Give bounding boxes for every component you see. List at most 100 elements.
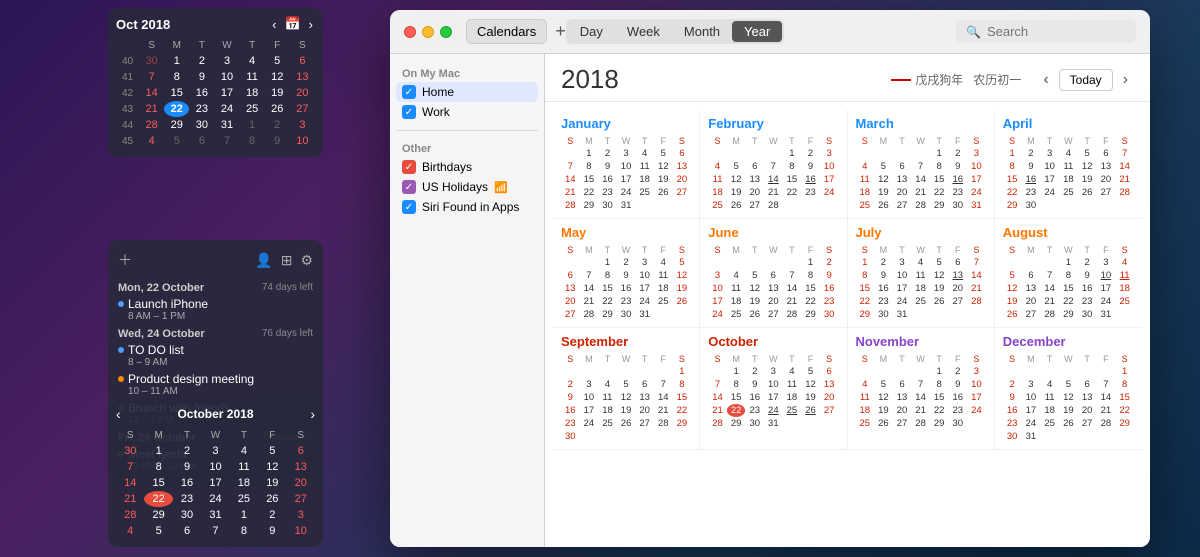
month-day[interactable]: 14 (783, 282, 802, 295)
month-day[interactable]: 14 (580, 282, 599, 295)
month-day[interactable]: 2 (1003, 378, 1022, 391)
month-day[interactable]: 4 (911, 256, 930, 269)
mini-cal-day[interactable]: 13 (290, 69, 315, 85)
month-day[interactable]: 6 (1022, 269, 1041, 282)
month-day[interactable]: 14 (1115, 160, 1134, 173)
month-day[interactable]: 24 (580, 417, 599, 430)
month-day[interactable]: 15 (801, 282, 820, 295)
month-day[interactable]: 15 (1003, 173, 1022, 186)
month-day[interactable]: 7 (580, 269, 599, 282)
month-day[interactable]: 5 (801, 365, 820, 378)
month-day[interactable]: 18 (598, 404, 617, 417)
mini-cal-day[interactable]: 31 (214, 117, 239, 133)
mini-cal-nav[interactable]: ‹ 📅 › (270, 16, 315, 32)
bottom-cal-day[interactable]: 12 (258, 459, 286, 475)
mini-cal-day[interactable]: 28 (139, 117, 164, 133)
month-day[interactable]: 11 (911, 269, 930, 282)
bottom-cal-day[interactable]: 23 (173, 491, 201, 507)
sidebar-item-birthdays[interactable]: ✓ Birthdays (396, 157, 538, 177)
year-prev[interactable]: ‹ (1037, 69, 1054, 91)
month-day[interactable]: 25 (856, 199, 875, 212)
month-day[interactable]: 15 (783, 173, 802, 186)
month-day[interactable]: 18 (635, 173, 654, 186)
month-day[interactable]: 12 (654, 160, 673, 173)
month-day[interactable]: 4 (708, 160, 727, 173)
month-day[interactable]: 10 (1097, 269, 1116, 282)
month-day[interactable]: 5 (1059, 378, 1078, 391)
month-day[interactable]: 29 (1115, 417, 1134, 430)
month-day[interactable]: 9 (874, 269, 893, 282)
month-day[interactable]: 17 (893, 282, 912, 295)
bottom-cal-day[interactable]: 21 (116, 491, 144, 507)
month-day[interactable]: 27 (635, 417, 654, 430)
month-day[interactable]: 26 (654, 186, 673, 199)
mini-cal-day[interactable]: 2 (189, 53, 214, 69)
month-day[interactable]: 24 (708, 308, 727, 321)
month-day[interactable]: 5 (874, 378, 893, 391)
month-day[interactable]: 5 (874, 160, 893, 173)
bottom-cal-day[interactable]: 30 (116, 443, 144, 459)
month-day[interactable]: 10 (764, 378, 783, 391)
month-day[interactable]: 16 (561, 404, 580, 417)
month-day[interactable]: 14 (911, 391, 930, 404)
month-day[interactable]: 28 (580, 308, 599, 321)
month-day[interactable]: 6 (893, 160, 912, 173)
month-day[interactable]: 13 (764, 282, 783, 295)
mini-cal-day[interactable]: 3 (290, 117, 315, 133)
month-day[interactable]: 16 (617, 282, 636, 295)
month-day[interactable]: 25 (708, 199, 727, 212)
month-day[interactable]: 8 (1003, 160, 1022, 173)
month-day[interactable]: 2 (617, 256, 636, 269)
month-day[interactable]: 25 (727, 308, 746, 321)
month-day[interactable]: 29 (1059, 308, 1078, 321)
month-day[interactable]: 8 (1059, 269, 1078, 282)
bottom-cal-next[interactable]: › (310, 406, 315, 422)
month-name-april[interactable]: April (1003, 116, 1134, 131)
month-day[interactable]: 23 (561, 417, 580, 430)
month-day[interactable]: 12 (673, 269, 692, 282)
month-day[interactable]: 3 (635, 256, 654, 269)
month-day[interactable]: 29 (673, 417, 692, 430)
month-day[interactable]: 27 (673, 186, 692, 199)
month-day[interactable]: 22 (801, 295, 820, 308)
month-day[interactable]: 9 (801, 160, 820, 173)
month-day[interactable]: 15 (580, 173, 599, 186)
month-day[interactable]: 30 (745, 417, 764, 430)
month-day[interactable]: 19 (1059, 404, 1078, 417)
month-day[interactable]: 20 (893, 186, 912, 199)
month-day[interactable]: 11 (727, 282, 746, 295)
month-day[interactable]: 10 (967, 160, 986, 173)
month-day[interactable]: 15 (598, 282, 617, 295)
month-day[interactable]: 22 (1059, 295, 1078, 308)
tab-week[interactable]: Week (615, 21, 672, 42)
sidebar-item-us-holidays[interactable]: ✓ US Holidays 📶 (396, 177, 538, 197)
month-name-august[interactable]: August (1003, 225, 1134, 240)
month-day[interactable]: 9 (948, 378, 967, 391)
month-day[interactable]: 22 (673, 404, 692, 417)
month-day[interactable]: 22 (856, 295, 875, 308)
month-day[interactable]: 27 (893, 417, 912, 430)
month-day[interactable]: 24 (1097, 295, 1116, 308)
month-day[interactable]: 15 (1115, 391, 1134, 404)
month-day[interactable]: 31 (1097, 308, 1116, 321)
month-day[interactable]: 6 (745, 160, 764, 173)
month-day[interactable]: 28 (654, 417, 673, 430)
bottom-cal-day[interactable]: 27 (287, 491, 315, 507)
month-day[interactable]: 13 (745, 173, 764, 186)
month-day[interactable]: 10 (1022, 391, 1041, 404)
bottom-cal-day[interactable]: 10 (287, 523, 315, 539)
month-day[interactable]: 24 (967, 186, 986, 199)
month-day[interactable]: 31 (1022, 430, 1041, 443)
bottom-cal-day[interactable]: 2 (173, 443, 201, 459)
month-day[interactable]: 17 (635, 282, 654, 295)
month-day[interactable]: 8 (580, 160, 599, 173)
month-day[interactable]: 16 (801, 173, 820, 186)
month-day[interactable]: 18 (911, 282, 930, 295)
month-day[interactable]: 13 (673, 160, 692, 173)
month-day[interactable]: 15 (930, 391, 949, 404)
month-day[interactable]: 22 (1003, 186, 1022, 199)
month-day[interactable]: 24 (635, 295, 654, 308)
bottom-cal-day[interactable]: 19 (258, 475, 286, 491)
mini-cal-day[interactable]: 1 (164, 53, 189, 69)
month-day[interactable]: 19 (654, 173, 673, 186)
